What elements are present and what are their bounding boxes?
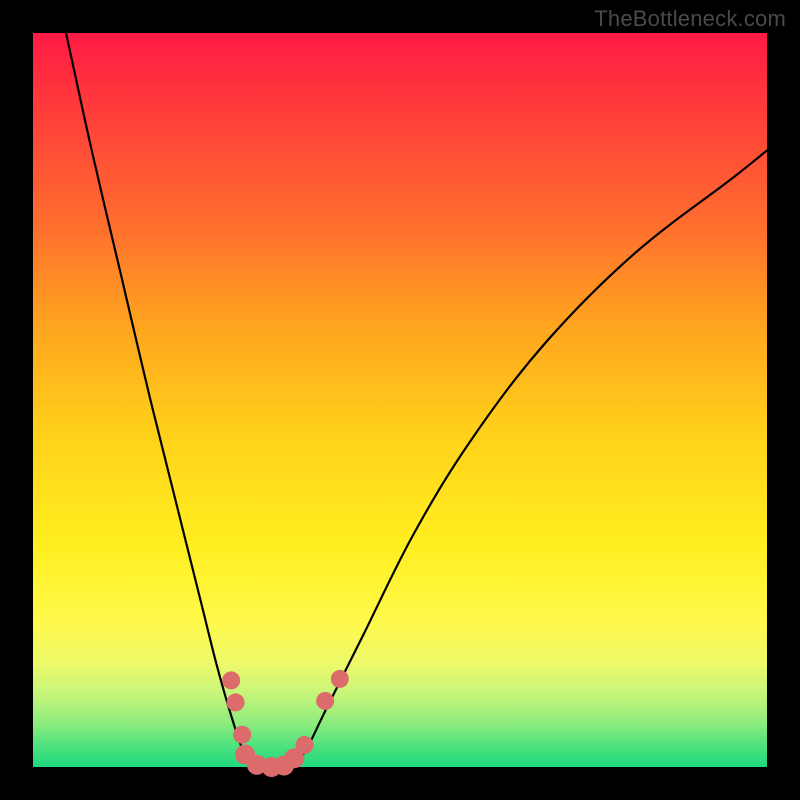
right-dot-3: [316, 692, 334, 710]
markers-group: [222, 670, 349, 777]
left-dot-1: [222, 671, 240, 689]
left-dot-3: [233, 726, 251, 744]
curve-left-curve: [66, 33, 253, 767]
curves-group: [66, 33, 767, 767]
right-dot-2: [296, 736, 314, 754]
chart-svg: [0, 0, 800, 800]
curve-right-curve: [290, 150, 767, 767]
left-dot-2: [227, 693, 245, 711]
right-dot-4: [331, 670, 349, 688]
